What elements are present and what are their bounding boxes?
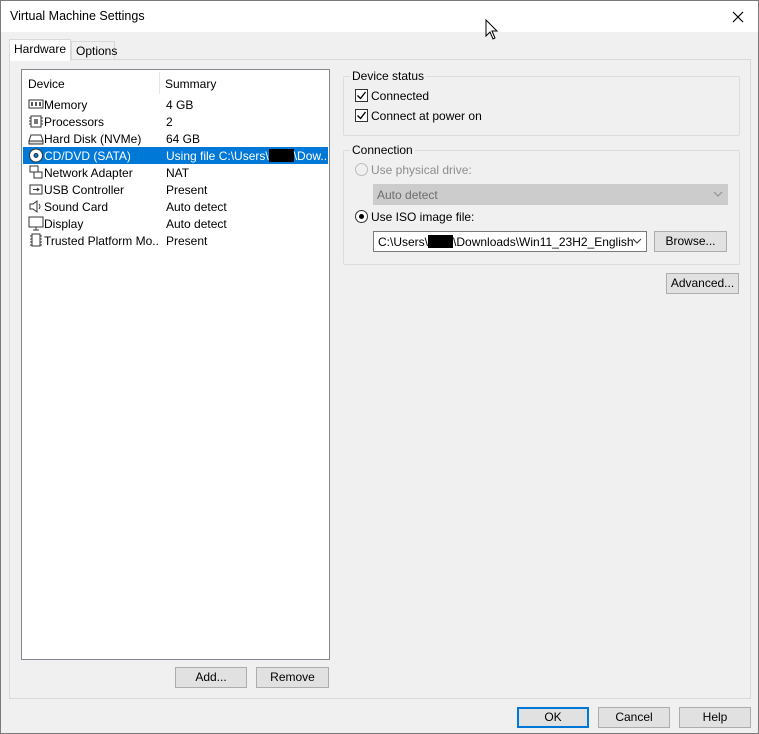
list-header: Device Summary	[22, 70, 329, 95]
connection-title: Connection	[350, 143, 415, 157]
use-iso-image-label[interactable]: Use ISO image file:	[371, 210, 474, 224]
harddisk-icon	[28, 134, 44, 145]
device-summary: Auto detect	[166, 217, 227, 231]
device-row-network-adapter[interactable]: Network Adapter NAT	[23, 164, 328, 181]
physical-drive-value: Auto detect	[377, 188, 438, 202]
memory-icon	[28, 99, 44, 109]
usb-icon	[29, 184, 43, 195]
sound-card-icon	[29, 200, 41, 213]
connected-label[interactable]: Connected	[371, 89, 429, 103]
checkmark-icon	[357, 111, 367, 120]
iso-path-combobox[interactable]: C:\Users\ \Downloads\Win11_23H2_English_x…	[373, 231, 647, 252]
ok-button[interactable]: OK	[517, 707, 589, 728]
device-summary: Auto detect	[166, 200, 227, 214]
device-row-cd-dvd[interactable]: CD/DVD (SATA) Using file C:\Users\ \Dow..…	[23, 147, 328, 164]
network-adapter-icon	[29, 165, 43, 179]
device-summary: 2	[166, 115, 173, 129]
radio-selected-dot	[359, 214, 364, 219]
device-row-sound-card[interactable]: Sound Card Auto detect	[23, 198, 328, 215]
connect-at-power-on-checkbox[interactable]	[355, 109, 368, 122]
browse-button[interactable]: Browse...	[654, 231, 727, 252]
device-summary: Using file C:\Users\ \Dow...	[166, 149, 326, 163]
device-name: Network Adapter	[44, 166, 133, 180]
iso-path-prefix: C:\Users\	[378, 235, 429, 249]
device-summary: 4 GB	[166, 98, 194, 112]
device-row-display[interactable]: Display Auto detect	[23, 215, 328, 232]
device-row-memory[interactable]: Memory 4 GB	[23, 96, 328, 113]
redaction-block	[428, 235, 454, 248]
device-summary: Present	[166, 234, 208, 248]
advanced-button[interactable]: Advanced...	[666, 273, 739, 294]
cd-dvd-icon	[29, 148, 43, 163]
device-name: Processors	[44, 115, 105, 129]
chevron-down-icon[interactable]	[632, 238, 642, 244]
mouse-cursor-icon	[485, 19, 499, 40]
vm-settings-window: Virtual Machine Settings Hardware Option…	[0, 0, 759, 734]
add-button[interactable]: Add...	[175, 667, 247, 688]
device-name: USB Controller	[44, 183, 125, 197]
close-icon	[732, 11, 744, 22]
tab-hardware-label: Hardware	[14, 42, 67, 56]
device-name: CD/DVD (SATA)	[44, 149, 131, 163]
device-name: Sound Card	[44, 200, 109, 214]
summary-path-prefix: Using file C:\Users\	[166, 149, 269, 163]
device-row-tpm[interactable]: Trusted Platform Mo... Present	[23, 232, 328, 249]
iso-path-text[interactable]: C:\Users\ \Downloads\Win11_23H2_English_x…	[378, 235, 633, 249]
checkmark-icon	[357, 91, 367, 100]
remove-button[interactable]: Remove	[256, 667, 329, 688]
processor-icon	[29, 115, 43, 128]
device-name: Hard Disk (NVMe)	[44, 132, 142, 146]
device-summary: 64 GB	[166, 132, 201, 146]
help-button[interactable]: Help	[679, 707, 751, 728]
tab-hardware[interactable]: Hardware	[9, 39, 71, 61]
tpm-icon	[30, 233, 42, 247]
display-icon	[28, 216, 44, 231]
device-summary: Present	[166, 183, 208, 197]
device-name: Display	[44, 217, 84, 231]
summary-path-suffix: \Dow...	[293, 149, 326, 163]
iso-path-suffix: \Downloads\Win11_23H2_English_x6	[453, 235, 633, 249]
device-row-processors[interactable]: Processors 2	[23, 113, 328, 130]
physical-drive-select[interactable]: Auto detect	[373, 184, 728, 205]
use-physical-drive-label[interactable]: Use physical drive:	[371, 163, 472, 177]
device-row-usb-controller[interactable]: USB Controller Present	[23, 181, 328, 198]
title-bar: Virtual Machine Settings	[1, 1, 758, 32]
connect-at-power-on-label[interactable]: Connect at power on	[371, 109, 482, 123]
window-title: Virtual Machine Settings	[10, 9, 145, 23]
device-name: Memory	[44, 98, 88, 112]
use-physical-drive-radio[interactable]	[355, 163, 368, 176]
use-iso-image-radio[interactable]	[355, 210, 368, 223]
redaction-block	[268, 149, 294, 162]
column-separator[interactable]	[159, 72, 160, 94]
column-device-header[interactable]: Device	[28, 77, 65, 91]
cancel-button[interactable]: Cancel	[598, 707, 670, 728]
device-status-title: Device status	[350, 69, 427, 83]
chevron-down-icon	[713, 191, 723, 197]
device-name: Trusted Platform Mo...	[44, 234, 160, 248]
column-summary-header[interactable]: Summary	[165, 77, 216, 91]
device-row-hard-disk[interactable]: Hard Disk (NVMe) 64 GB	[23, 130, 328, 147]
tab-options[interactable]: Options	[71, 41, 118, 60]
close-button[interactable]	[718, 1, 758, 32]
connected-checkbox[interactable]	[355, 89, 368, 102]
device-list[interactable]: Device Summary Memory 4 GB Processors 2	[21, 69, 330, 660]
tab-options-label: Options	[76, 44, 118, 58]
device-summary: NAT	[166, 166, 190, 180]
device-status-group: Device status	[343, 69, 740, 136]
